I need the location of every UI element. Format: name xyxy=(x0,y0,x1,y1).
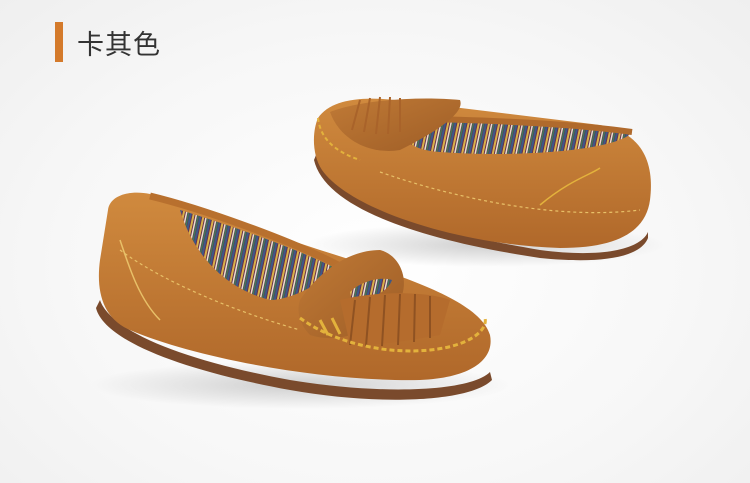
product-color-panel: 卡其色 xyxy=(0,0,750,483)
back-shoe xyxy=(305,96,665,267)
shoe-photo xyxy=(90,96,665,409)
